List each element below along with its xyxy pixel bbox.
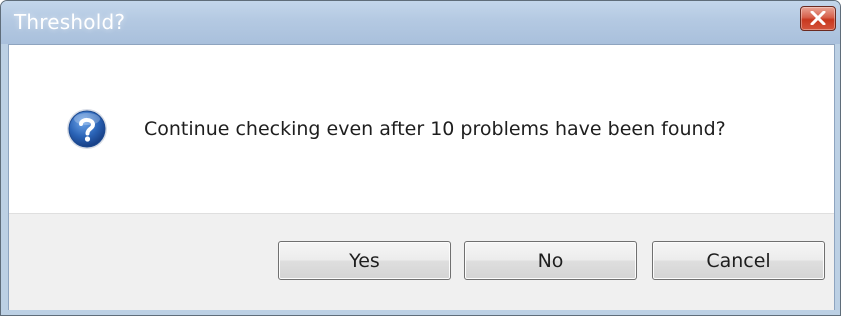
close-icon — [810, 11, 826, 25]
title-bar[interactable]: Threshold? — [1, 1, 840, 44]
cancel-button[interactable]: Cancel — [652, 241, 825, 280]
dialog-title: Threshold? — [14, 10, 126, 34]
message-area: Continue checking even after 10 problems… — [9, 45, 834, 213]
dialog-window: Threshold? Continue checking even after … — [0, 0, 841, 316]
no-button[interactable]: No — [464, 241, 637, 280]
yes-button[interactable]: Yes — [278, 241, 451, 280]
button-bar: Yes No Cancel — [9, 213, 834, 310]
close-button[interactable] — [800, 6, 836, 31]
question-icon — [67, 109, 107, 149]
dialog-message: Continue checking even after 10 problems… — [144, 118, 726, 140]
dialog-body: Continue checking even after 10 problems… — [8, 44, 835, 310]
